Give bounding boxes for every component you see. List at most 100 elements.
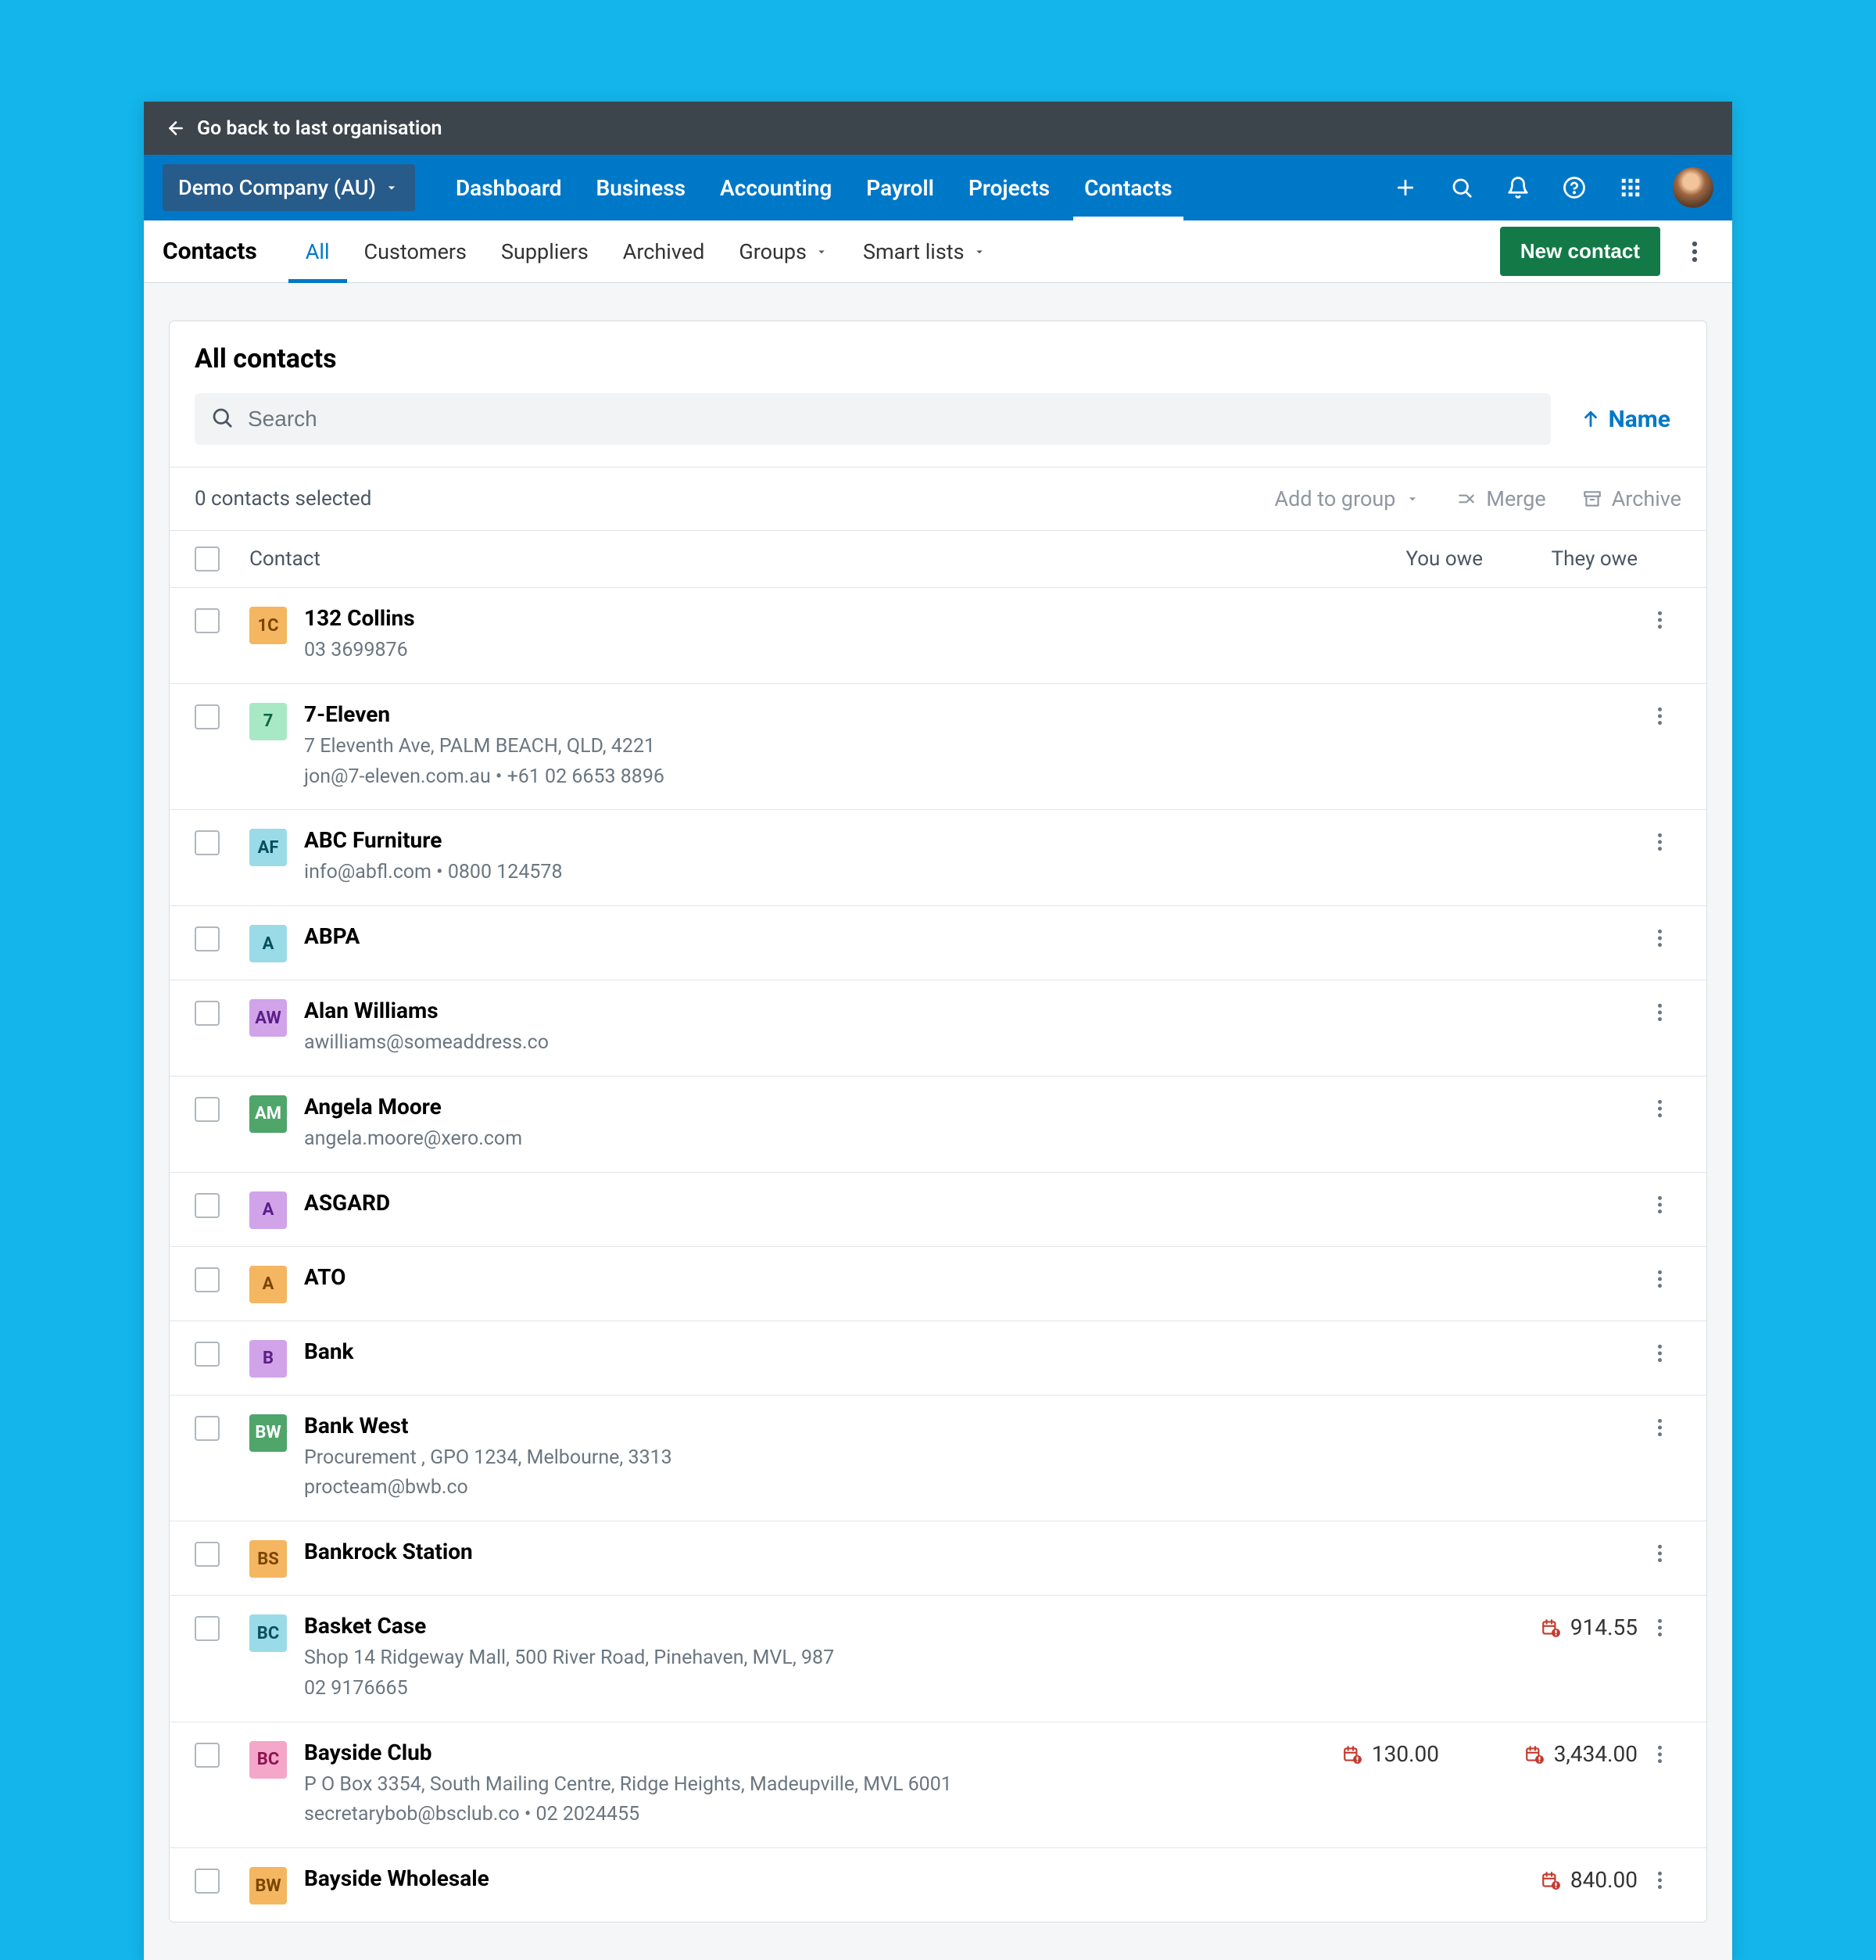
contact-row[interactable]: AWAlan Williamsawilliams@someaddress.co <box>170 980 1706 1076</box>
tab-suppliers[interactable]: Suppliers <box>484 220 606 283</box>
row-checkbox[interactable] <box>195 830 220 855</box>
contact-row[interactable]: AFABC Furnitureinfo@abfl.com • 0800 1245… <box>170 809 1706 905</box>
select-all-checkbox[interactable] <box>195 546 220 572</box>
new-contact-button[interactable]: New contact <box>1500 227 1660 276</box>
row-checkbox[interactable] <box>195 1869 220 1894</box>
contact-avatar: 7 <box>249 703 287 740</box>
apps-grid-icon[interactable] <box>1616 174 1645 202</box>
you-owe-cell <box>1247 827 1442 888</box>
row-overflow-menu[interactable] <box>1638 923 1681 962</box>
search-input[interactable] <box>248 407 1535 432</box>
overdue-icon <box>1342 1744 1362 1765</box>
row-overflow-menu[interactable] <box>1638 701 1681 793</box>
you-owe-cell <box>1247 1865 1442 1904</box>
user-avatar[interactable] <box>1673 167 1713 208</box>
top-back-bar[interactable]: Go back to last organisation <box>144 102 1732 155</box>
archive-icon <box>1582 489 1602 509</box>
col-they-owe: They owe <box>1486 547 1681 571</box>
row-checkbox[interactable] <box>195 1416 220 1441</box>
contact-name: Alan Williams <box>304 998 1247 1023</box>
contact-row[interactable]: AATO <box>170 1246 1706 1320</box>
row-overflow-menu[interactable] <box>1638 1740 1681 1831</box>
row-checkbox[interactable] <box>195 1097 220 1122</box>
row-overflow-menu[interactable] <box>1638 1264 1681 1303</box>
row-checkbox[interactable] <box>195 1001 220 1026</box>
nav-contacts[interactable]: Contacts <box>1067 155 1190 220</box>
contact-name: Bayside Club <box>304 1740 1247 1765</box>
row-overflow-menu[interactable] <box>1638 1094 1681 1155</box>
row-checkbox[interactable] <box>195 1267 220 1292</box>
contact-row[interactable]: 77-Eleven7 Eleventh Ave, PALM BEACH, QLD… <box>170 683 1706 810</box>
archive-button[interactable]: Archive <box>1582 486 1681 511</box>
contact-name: Angela Moore <box>304 1094 1247 1120</box>
you-owe-cell <box>1247 923 1442 962</box>
nav-accounting[interactable]: Accounting <box>703 155 849 220</box>
row-overflow-menu[interactable] <box>1638 1338 1681 1378</box>
contact-row[interactable]: BBank <box>170 1320 1706 1395</box>
search-icon[interactable] <box>1448 174 1476 202</box>
contact-row[interactable]: AMAngela Mooreangela.moore@xero.com <box>170 1076 1706 1172</box>
overdue-icon <box>1524 1744 1545 1765</box>
row-checkbox[interactable] <box>195 1743 220 1768</box>
contact-row[interactable]: AASGARD <box>170 1172 1706 1246</box>
nav-payroll[interactable]: Payroll <box>849 155 951 220</box>
they-owe-cell: 914.55 <box>1442 1613 1638 1704</box>
contact-name: Bank West <box>304 1413 1247 1439</box>
they-owe-cell: 3,434.00 <box>1442 1740 1638 1831</box>
they-owe-cell <box>1442 1338 1638 1378</box>
nav-business[interactable]: Business <box>578 155 703 220</box>
row-checkbox[interactable] <box>195 1193 220 1218</box>
contact-avatar: AM <box>249 1095 287 1133</box>
contact-row[interactable]: BSBankrock Station <box>170 1521 1706 1595</box>
bell-icon[interactable] <box>1504 174 1532 202</box>
contact-row[interactable]: 1C132 Collins03 3699876 <box>170 587 1706 683</box>
row-overflow-menu[interactable] <box>1638 605 1681 666</box>
they-owe-cell <box>1442 923 1638 962</box>
sort-button[interactable]: Name <box>1570 406 1681 433</box>
contact-row[interactable]: BWBayside Wholesale840.00 <box>170 1847 1706 1922</box>
table-header: Contact You owe They owe <box>170 530 1706 587</box>
contact-row[interactable]: BWBank WestProcurement , GPO 1234, Melbo… <box>170 1395 1706 1521</box>
org-switcher[interactable]: Demo Company (AU) <box>163 164 415 211</box>
row-checkbox[interactable] <box>195 926 220 951</box>
row-checkbox[interactable] <box>195 1616 220 1641</box>
row-overflow-menu[interactable] <box>1638 1190 1681 1229</box>
tab-customers[interactable]: Customers <box>347 220 484 283</box>
row-overflow-menu[interactable] <box>1638 1613 1681 1704</box>
top-back-label: Go back to last organisation <box>197 117 442 140</box>
they-owe-cell <box>1442 1539 1638 1578</box>
contact-row[interactable]: BCBasket CaseShop 14 Ridgeway Mall, 500 … <box>170 1595 1706 1722</box>
nav-dashboard[interactable]: Dashboard <box>439 155 579 220</box>
they-owe-cell <box>1442 827 1638 888</box>
you-owe-cell <box>1247 1613 1442 1704</box>
they-owe-cell: 840.00 <box>1442 1865 1638 1904</box>
contact-line1: info@abfl.com • 0800 124578 <box>304 858 1247 888</box>
add-to-group-button[interactable]: Add to group <box>1274 486 1420 511</box>
row-checkbox[interactable] <box>195 1342 220 1367</box>
tab-archived[interactable]: Archived <box>606 220 722 283</box>
row-checkbox[interactable] <box>195 1542 220 1567</box>
they-owe-cell <box>1442 1190 1638 1229</box>
tab-smart-lists[interactable]: Smart lists <box>846 220 1004 283</box>
plus-icon[interactable] <box>1391 174 1420 202</box>
row-overflow-menu[interactable] <box>1638 1413 1681 1504</box>
contact-line1: Shop 14 Ridgeway Mall, 500 River Road, P… <box>304 1643 1247 1674</box>
selection-toolbar: 0 contacts selected Add to group Merge A… <box>170 467 1706 530</box>
row-overflow-menu[interactable] <box>1638 827 1681 888</box>
contact-line2: 02 9176665 <box>304 1674 1247 1704</box>
row-checkbox[interactable] <box>195 704 220 729</box>
row-overflow-menu[interactable] <box>1638 1865 1681 1904</box>
nav-projects[interactable]: Projects <box>951 155 1067 220</box>
help-icon[interactable] <box>1560 174 1588 202</box>
subnav-overflow-menu[interactable] <box>1676 233 1713 271</box>
row-overflow-menu[interactable] <box>1638 998 1681 1059</box>
contact-row[interactable]: BCBayside ClubP O Box 3354, South Mailin… <box>170 1722 1706 1848</box>
merge-button[interactable]: Merge <box>1456 486 1545 511</box>
tab-all[interactable]: All <box>288 220 347 283</box>
chevron-down-icon <box>1405 491 1420 507</box>
row-checkbox[interactable] <box>195 608 220 633</box>
row-overflow-menu[interactable] <box>1638 1539 1681 1578</box>
contact-line1: 7 Eleventh Ave, PALM BEACH, QLD, 4221 <box>304 732 1247 762</box>
tab-groups[interactable]: Groups <box>721 220 846 283</box>
contact-row[interactable]: AABPA <box>170 905 1706 980</box>
